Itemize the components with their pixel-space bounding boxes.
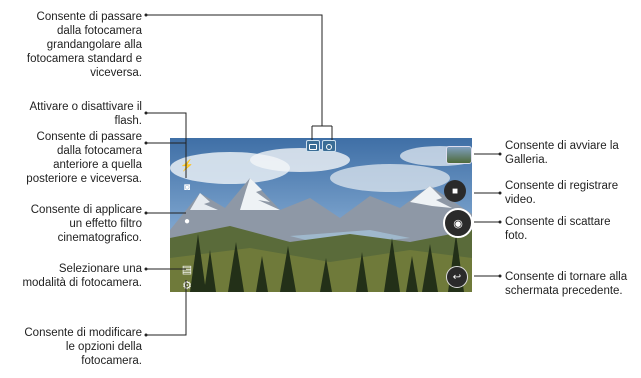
standard-lens-button[interactable]	[322, 140, 336, 152]
callout-camera-mode: Selezionare una modalità di fotocamera.	[22, 263, 142, 289]
camera-icon: ◉	[453, 217, 463, 230]
video-camera-icon: ■	[451, 185, 459, 197]
settings-button[interactable]: ⚙	[180, 278, 194, 292]
film-filter-button[interactable]: ●	[180, 214, 194, 228]
callout-record-video: Consente di registrare video.	[505, 180, 619, 206]
callout-take-photo: Consente di scattare foto.	[505, 216, 611, 242]
camera-switch-icon: ◙	[183, 181, 191, 193]
callout-camera-switch: Consente di passare dalla fotocamera ant…	[26, 131, 142, 185]
callout-camera-settings: Consente di modificare le opzioni della …	[24, 327, 142, 367]
flash-button[interactable]: ⚡	[180, 158, 194, 172]
callout-lens-switch: Consente di passare dalla fotocamera gra…	[26, 11, 142, 79]
camera-mode-button[interactable]: ▤	[180, 262, 194, 276]
record-video-button[interactable]: ■	[444, 180, 466, 202]
gear-icon: ⚙	[182, 279, 192, 292]
callout-back: Consente di tornare alla schermata prece…	[505, 271, 628, 297]
gallery-thumbnail[interactable]	[446, 146, 472, 164]
wide-angle-lens-icon	[309, 144, 317, 150]
wide-angle-lens-button[interactable]	[306, 140, 320, 152]
standard-lens-icon	[326, 144, 332, 150]
back-icon: ↩	[452, 271, 462, 283]
camera-mode-icon: ▤	[181, 263, 193, 276]
take-photo-button[interactable]: ◉	[443, 208, 472, 238]
flash-icon: ⚡	[180, 159, 194, 172]
film-filter-icon: ●	[183, 215, 191, 227]
landscape-photo	[170, 138, 472, 292]
callout-film-filter: Consente di applicare un effetto filtro …	[30, 204, 142, 244]
callout-gallery: Consente di avviare la Galleria.	[505, 140, 619, 166]
camera-viewfinder: ⚡ ◙ ● ▤ ⚙ ■ ◉ ↩	[170, 138, 472, 292]
callout-flash: Attivare o disattivare il flash.	[29, 101, 143, 127]
back-button[interactable]: ↩	[446, 266, 468, 288]
camera-switch-button[interactable]: ◙	[180, 180, 194, 194]
